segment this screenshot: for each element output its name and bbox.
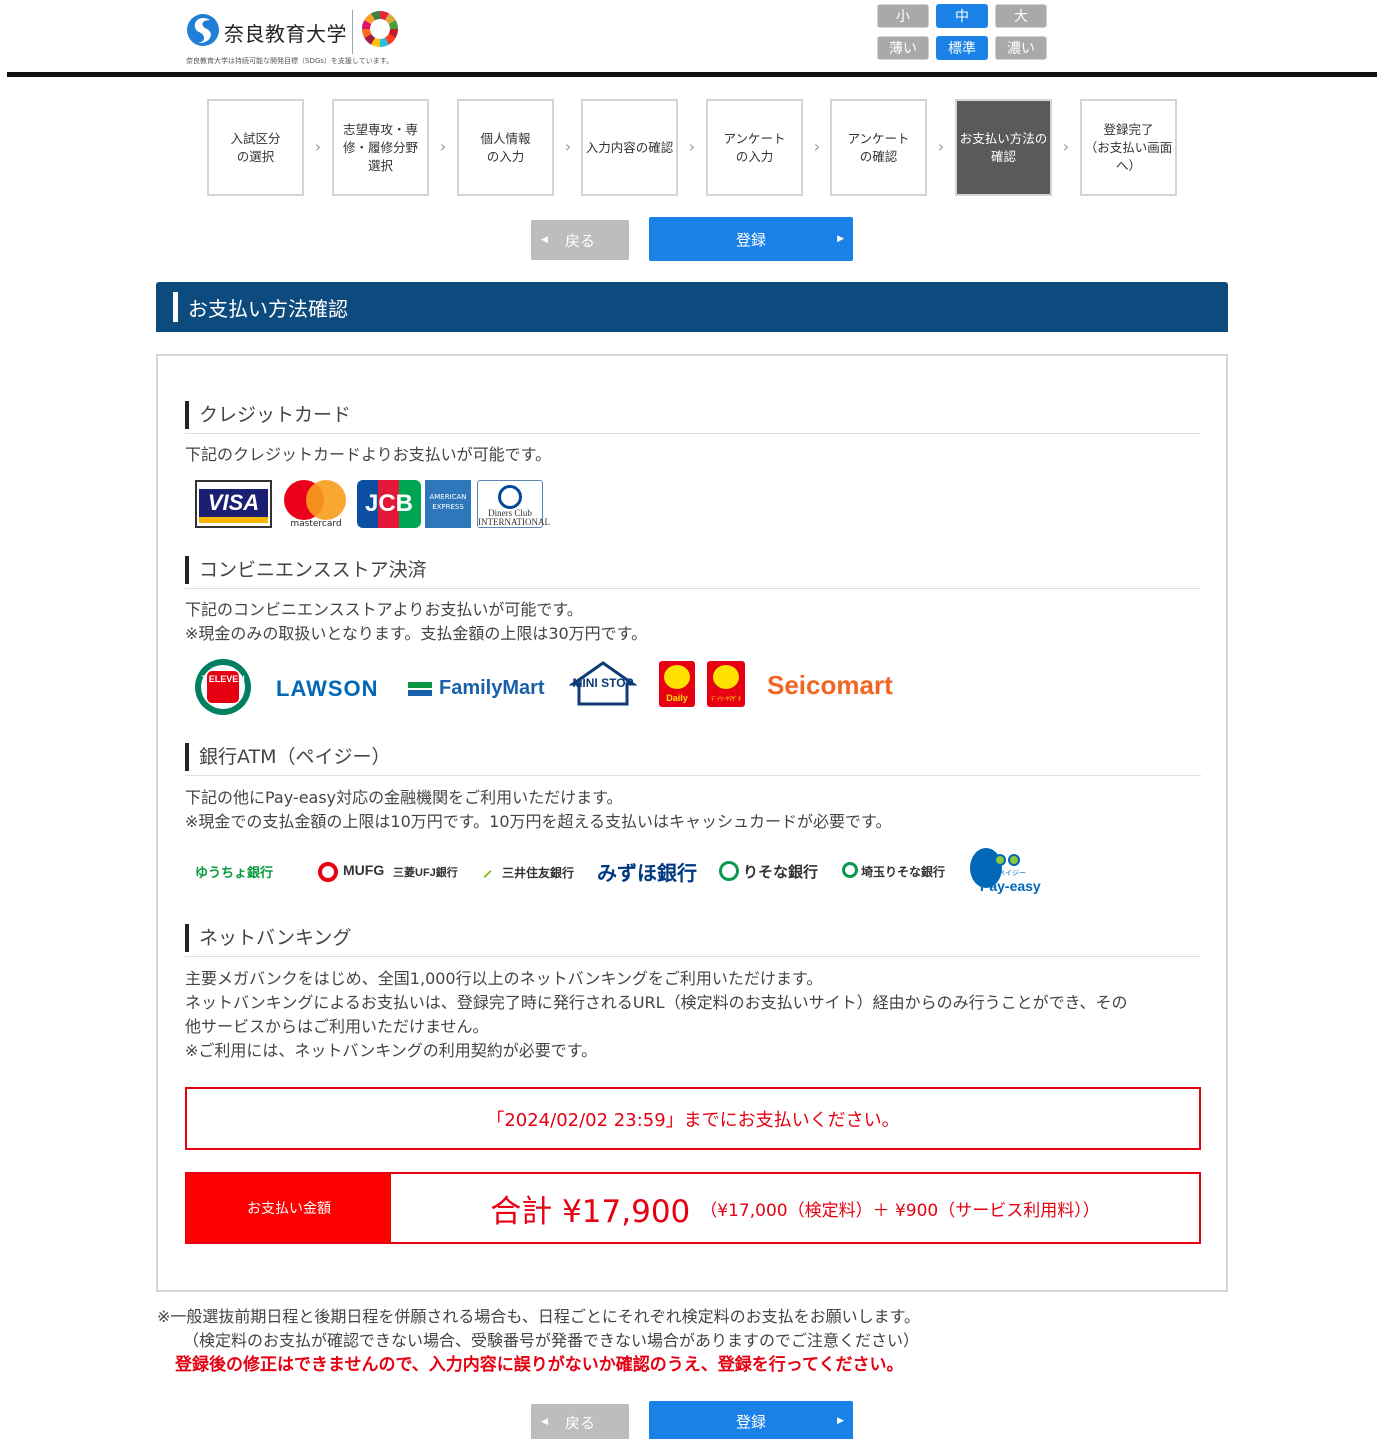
caret-left-icon: ◀ [541,1417,548,1427]
lawson-logo: LAWSON [276,676,379,701]
payment-deadline-text: 「2024/02/02 23:59」までにお支払いください。 [486,1109,900,1131]
convenience-store-description: 下記のコンビニエンスストアよりお支払いが可能です。 ※現金のみの取扱いとなります… [185,600,648,643]
payment-amount-value: 合計 ¥17,900 （¥17,000（検定料）＋ ¥900（サービス利用料）） [391,1174,1199,1242]
diners-club-logo: Diners Club INTERNATIONAL [477,480,550,528]
chevron-right-icon: › [813,137,821,156]
logo-divider [352,10,353,54]
pay-easy-logo: ペイジー Pay-easy [966,846,1041,898]
chevron-right-icon: › [688,137,696,156]
seven-eleven-logo: 7 ELEVEN [195,659,251,715]
seicomart-logo: Seicomart [767,670,893,700]
sdgs-wheel-icon [362,10,398,48]
payment-breakdown: （¥17,000（検定料）＋ ¥900（サービス利用料）） [700,1200,1100,1221]
saitama-resona-mark-icon [842,862,858,878]
daily-logo-text: Daily [666,693,688,703]
bottom-back-button[interactable]: ◀ 戻る [531,1404,629,1439]
back-button[interactable]: ◀ 戻る [531,220,629,260]
japan-post-bank-logo: ゆうちょ銀行 [195,865,274,880]
payment-deadline-box: 「2024/02/02 23:59」までにお支払いください。 [185,1087,1201,1150]
step-exam-category: 入試区分 の選択 [207,99,304,196]
net-banking-description: 主要メガバンクをはじめ、全国1,000行以上のネットバンキングをご利用いただけま… [185,969,1128,1060]
register-button[interactable]: 登録 ▶ [649,217,853,261]
smbc-logo: 三井住友銀行 [502,866,575,880]
register-button-label: 登録 [735,230,766,249]
section-title: お支払い方法確認 [156,282,1228,332]
bank-atm-heading: 銀行ATM（ペイジー） [185,742,1201,776]
resona-logo: りそな銀行 [743,864,819,881]
diners-club-logo-text: Diners Club INTERNATIONAL [478,508,550,527]
payment-total: 合計 ¥17,900 [490,1193,691,1230]
university-emblem-icon [187,14,219,46]
step-input-confirm: 入力内容の確認 [581,99,678,196]
chevron-right-icon: › [439,137,447,156]
credit-card-heading: クレジットカード [185,400,1201,434]
ministop-logo: MINI STOP [568,660,638,708]
font-size-medium-button[interactable]: 中 [936,4,988,28]
smbc-leaf-icon: ⸝ [483,860,492,880]
back-button-label: 戻る [564,231,595,250]
step-payment-method-confirm: お支払い方法の 確認 [955,99,1052,196]
daily-yamazaki-logo: Daily [659,661,695,707]
step-survey-confirm: アンケート の確認 [830,99,927,196]
contrast-light-button[interactable]: 薄い [877,36,929,60]
familymart-logo: FamilyMart [439,677,545,699]
payment-methods-panel: クレジットカード 下記のクレジットカードよりお支払いが可能です。 VISA ma… [156,354,1228,1292]
mufg-logo: MUFG [343,862,385,878]
warning-text: 登録後の修正はできませんので、入力内容に誤りがないか確認のうえ、登録を行ってくだ… [175,1355,904,1375]
familymart-stripes-icon [408,682,432,696]
chevron-right-icon: › [1062,137,1070,156]
pay-easy-kana: ペイジー [998,869,1026,877]
font-size-large-button[interactable]: 大 [995,4,1047,28]
university-name: 奈良教育大学 [224,22,347,46]
jcb-logo-text: JCB [364,490,413,517]
pay-easy-logo-text: Pay-easy [980,878,1041,894]
amex-logo: AMERICAN EXPRESS [425,480,471,528]
mufg-bank-logo: 三菱UFJ銀行 [393,867,458,879]
mufg-mark-icon [318,862,338,882]
amex-logo-text: AMERICAN EXPRESS [429,493,467,511]
payment-amount-label: お支払い金額 [187,1174,391,1242]
bank-atm-description: 下記の他にPay-easy対応の金融機関をご利用いただけます。 ※現金での支払金… [185,788,892,831]
net-banking-heading: ネットバンキング [185,923,1201,957]
sdgs-caption: 奈良教育大学は持続可能な開発目標（SDGs）を支援しています。 [186,57,393,65]
contrast-dark-button[interactable]: 濃い [995,36,1047,60]
font-size-small-button[interactable]: 小 [877,4,929,28]
credit-card-description: 下記のクレジットカードよりお支払いが可能です。 [185,445,552,464]
convenience-store-heading: コンビニエンスストア決済 [185,555,1201,589]
notes: ※一般選抜前期日程と後期日程を併願される場合も、日程ごとにそれぞれ検定料のお支払… [157,1305,1237,1377]
chevron-right-icon: › [937,137,945,156]
ministop-logo-text: MINI STOP [572,676,634,690]
resona-mark-icon [719,861,739,881]
site-header: 奈良教育大学 奈良教育大学は持続可能な開発目標（SDGs）を支援しています。 小… [0,0,1384,78]
mizuho-logo: みずほ銀行 [597,863,697,885]
payment-amount-box: お支払い金額 合計 ¥17,900 （¥17,000（検定料）＋ ¥900（サー… [185,1172,1201,1244]
caret-right-icon: ▶ [837,234,844,244]
step-survey-input: アンケート の入力 [706,99,803,196]
bottom-register-button[interactable]: 登録 ▶ [649,1401,853,1439]
header-divider [7,72,1377,77]
caret-right-icon: ▶ [837,1416,844,1426]
section-title-text: お支払い方法確認 [188,296,348,321]
note-line-2: （検定料のお支払が確認できない場合、受験番号が発番できない場合がありますのでご注… [183,1331,920,1350]
chevron-right-icon: › [314,137,322,156]
mastercard-logo: mastercard [282,478,350,530]
chevron-right-icon: › [564,137,572,156]
note-line-1: ※一般選抜前期日程と後期日程を併願される場合も、日程ごとにそれぞれ検定料のお支払… [157,1307,921,1326]
visa-logo: VISA [195,480,272,528]
yamazaki-logo-text: ﾃﾞｲﾘｰﾔﾏｻﾞｷ [710,696,741,703]
seven-eleven-logo-text: 7 ELEVEN [201,674,245,684]
step-personal-info: 個人情報 の入力 [457,99,554,196]
step-registration-complete: 登録完了 （お支払い画面 へ） [1080,99,1177,196]
yamazaki-daily-store-logo: ﾃﾞｲﾘｰﾔﾏｻﾞｷ [707,661,745,707]
step-major-selection: 志望専攻・専 修・履修分野 選択 [332,99,429,196]
bottom-back-button-label: 戻る [564,1413,595,1432]
mastercard-logo-text: mastercard [290,519,342,529]
visa-logo-text: VISA [207,490,260,515]
bottom-register-button-label: 登録 [735,1412,766,1431]
progress-steps: 入試区分 の選択 › 志望専攻・専 修・履修分野 選択 › 個人情報 の入力 ›… [207,99,1187,196]
caret-left-icon: ◀ [541,235,548,245]
jcb-logo: JCB [357,480,421,528]
contrast-standard-button[interactable]: 標準 [936,36,988,60]
saitama-resona-logo: 埼玉りそな銀行 [861,865,946,879]
